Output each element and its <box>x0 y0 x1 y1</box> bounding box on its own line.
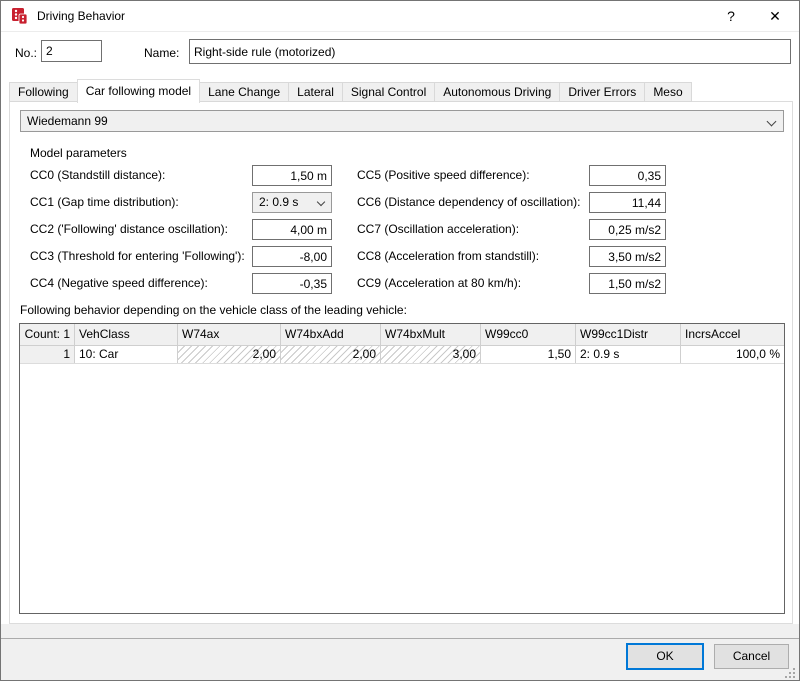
grid-caption: Following behavior depending on the vehi… <box>20 303 407 317</box>
cc1-value: 2: 0.9 s <box>259 195 298 209</box>
cc3-label: CC3 (Threshold for entering 'Following')… <box>30 249 245 263</box>
cc3-input[interactable] <box>252 246 332 267</box>
name-label: Name: <box>144 46 179 60</box>
app-icon <box>11 8 28 25</box>
cell-vehclass[interactable]: 10: Car <box>75 346 178 363</box>
name-input[interactable] <box>189 39 791 64</box>
grid-header-row: Count: 1 VehClass W74ax W74bxAdd W74bxMu… <box>20 324 784 346</box>
cell-incrsaccel[interactable]: 100,0 % <box>681 346 784 363</box>
tab-bar: Following Car following model Lane Chang… <box>9 78 692 102</box>
cc1-dropdown[interactable]: 2: 0.9 s <box>252 192 332 213</box>
col-count[interactable]: Count: 1 <box>20 324 75 345</box>
dialog-footer: OK Cancel <box>1 624 799 681</box>
cc6-label: CC6 (Distance dependency of oscillation)… <box>357 195 580 209</box>
model-type-dropdown[interactable]: Wiedemann 99 <box>20 110 784 132</box>
chevron-down-icon <box>767 117 777 127</box>
col-w74bxadd[interactable]: W74bxAdd <box>281 324 381 345</box>
window-title: Driving Behavior <box>37 9 125 23</box>
cc0-input[interactable] <box>252 165 332 186</box>
cc9-input[interactable] <box>589 273 666 294</box>
driving-behavior-dialog: Driving Behavior ? ✕ No.: Name: Followin… <box>0 0 800 681</box>
ok-button[interactable]: OK <box>626 643 704 670</box>
tab-autonomous-driving[interactable]: Autonomous Driving <box>434 82 560 102</box>
tab-car-following-model[interactable]: Car following model <box>77 79 200 103</box>
table-row[interactable]: 1 10: Car 2,00 2,00 3,00 1,50 2: 0.9 s 1… <box>20 346 784 364</box>
cc6-input[interactable] <box>589 192 666 213</box>
cell-w99cc1distr[interactable]: 2: 0.9 s <box>576 346 681 363</box>
tab-meso[interactable]: Meso <box>644 82 691 102</box>
cc4-input[interactable] <box>252 273 332 294</box>
cell-w99cc0[interactable]: 1,50 <box>481 346 576 363</box>
model-type-value: Wiedemann 99 <box>27 114 108 128</box>
col-incrsaccel[interactable]: IncrsAccel <box>681 324 784 345</box>
col-w74ax[interactable]: W74ax <box>178 324 281 345</box>
cell-w74bxadd[interactable]: 2,00 <box>281 346 381 363</box>
tab-signal-control[interactable]: Signal Control <box>342 82 435 102</box>
cancel-button[interactable]: Cancel <box>714 644 789 669</box>
close-button[interactable]: ✕ <box>757 1 793 31</box>
chevron-down-icon <box>317 198 325 206</box>
cc1-label: CC1 (Gap time distribution): <box>30 195 179 209</box>
cc8-input[interactable] <box>589 246 666 267</box>
cc0-label: CC0 (Standstill distance): <box>30 168 165 182</box>
cc7-label: CC7 (Oscillation acceleration): <box>357 222 519 236</box>
cc5-label: CC5 (Positive speed difference): <box>357 168 530 182</box>
no-label: No.: <box>15 46 37 60</box>
cc9-label: CC9 (Acceleration at 80 km/h): <box>357 276 521 290</box>
tab-driver-errors[interactable]: Driver Errors <box>559 82 645 102</box>
cc2-input[interactable] <box>252 219 332 240</box>
col-w74bxmult[interactable]: W74bxMult <box>381 324 481 345</box>
help-button[interactable]: ? <box>713 1 749 31</box>
cc8-label: CC8 (Acceleration from standstill): <box>357 249 539 263</box>
cc7-input[interactable] <box>589 219 666 240</box>
model-parameters-label: Model parameters <box>30 146 127 160</box>
resize-grip[interactable] <box>793 676 795 678</box>
footer-separator <box>1 638 799 639</box>
vehicle-class-grid: Count: 1 VehClass W74ax W74bxAdd W74bxMu… <box>19 323 785 614</box>
no-input[interactable] <box>41 40 102 62</box>
car-following-model-page: Wiedemann 99 Model parameters CC0 (Stand… <box>9 101 793 624</box>
cc2-label: CC2 ('Following' distance oscillation): <box>30 222 228 236</box>
cc5-input[interactable] <box>589 165 666 186</box>
cc4-label: CC4 (Negative speed difference): <box>30 276 208 290</box>
col-vehclass[interactable]: VehClass <box>75 324 178 345</box>
title-bar: Driving Behavior ? ✕ <box>1 1 799 32</box>
tab-following[interactable]: Following <box>9 82 78 102</box>
cell-row-number[interactable]: 1 <box>20 346 75 363</box>
col-w99cc0[interactable]: W99cc0 <box>481 324 576 345</box>
col-w99cc1distr[interactable]: W99cc1Distr <box>576 324 681 345</box>
tab-lateral[interactable]: Lateral <box>288 82 343 102</box>
tab-lane-change[interactable]: Lane Change <box>199 82 289 102</box>
cell-w74ax[interactable]: 2,00 <box>178 346 281 363</box>
cell-w74bxmult[interactable]: 3,00 <box>381 346 481 363</box>
